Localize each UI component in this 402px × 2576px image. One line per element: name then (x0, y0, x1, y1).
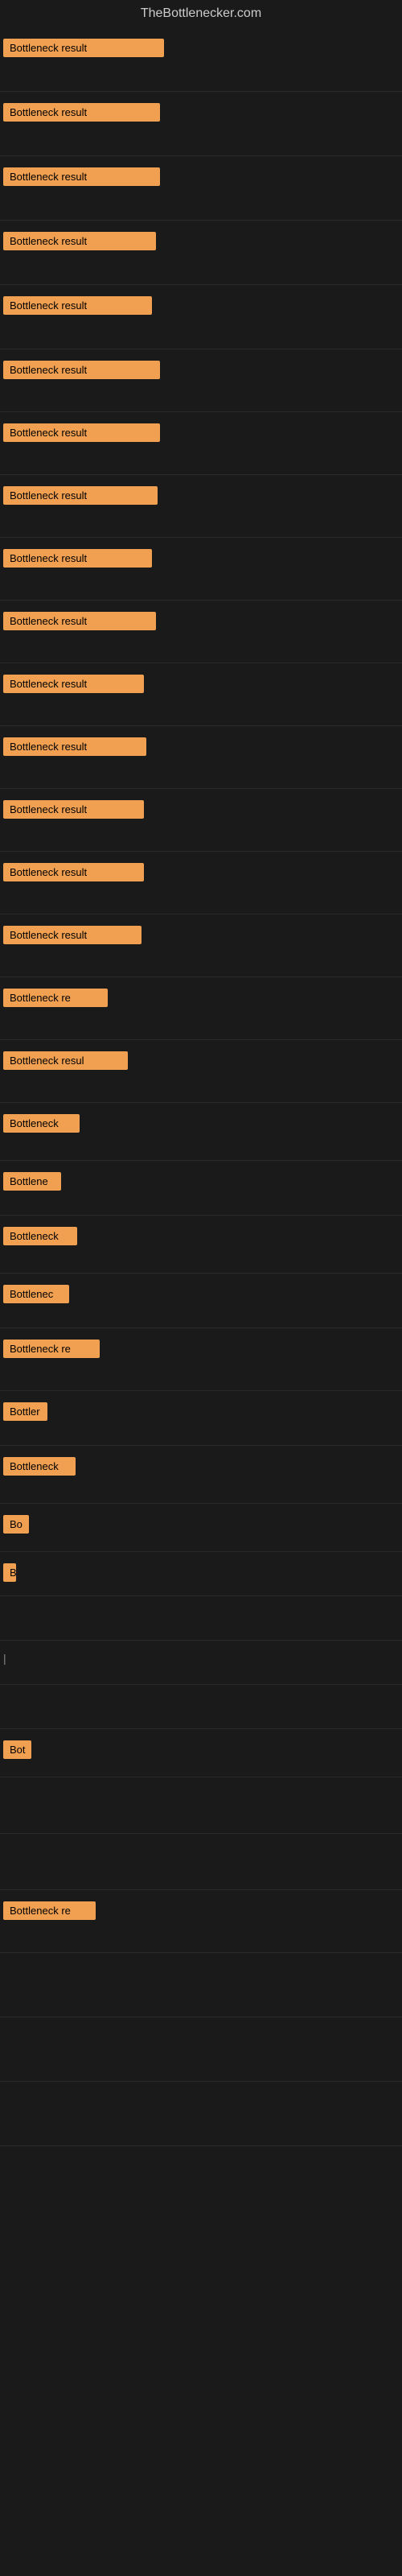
list-item: Bottleneck result (0, 538, 402, 601)
list-item: Bottleneck re (0, 1890, 402, 1953)
list-item: Bottleneck (0, 1446, 402, 1504)
list-item (0, 1685, 402, 1729)
bottleneck-result-badge[interactable]: Bottleneck result (3, 167, 160, 186)
list-item: Bottleneck result (0, 27, 402, 92)
bottleneck-result-badge[interactable]: Bottleneck result (3, 926, 142, 944)
list-item: Bot (0, 1729, 402, 1777)
bottleneck-result-badge[interactable]: Bottleneck re (3, 989, 108, 1007)
list-item: Bottleneck resul (0, 1040, 402, 1103)
bottleneck-result-badge[interactable]: Bottleneck result (3, 675, 144, 693)
bottleneck-result-badge[interactable]: Bottleneck resul (3, 1051, 128, 1070)
bottleneck-result-badge[interactable]: Bottleneck result (3, 232, 156, 250)
bottleneck-result-badge[interactable]: Bottlene (3, 1172, 61, 1191)
site-title: TheBottlenecker.com (0, 0, 402, 27)
list-item: Bottleneck result (0, 349, 402, 412)
list-item: Bottlene (0, 1161, 402, 1216)
bottleneck-result-badge[interactable]: Bot (3, 1740, 31, 1759)
list-item (0, 1953, 402, 2017)
bottleneck-result-badge[interactable]: Bottleneck (3, 1114, 80, 1133)
list-item: Bottleneck re (0, 977, 402, 1040)
list-item: Bottleneck (0, 1103, 402, 1161)
bottleneck-result-badge[interactable]: Bottleneck result (3, 486, 158, 505)
bottleneck-result-badge[interactable]: Bottleneck re (3, 1340, 100, 1358)
bottleneck-result-badge[interactable]: Bottleneck (3, 1227, 77, 1245)
list-item (0, 2017, 402, 2082)
bottleneck-result-badge[interactable]: Bottleneck result (3, 296, 152, 315)
bottleneck-result-badge[interactable]: Bottleneck result (3, 39, 164, 57)
list-item: B (0, 1552, 402, 1596)
list-item: Bottleneck result (0, 601, 402, 663)
list-item: Bottleneck result (0, 475, 402, 538)
list-item: Bottleneck result (0, 663, 402, 726)
bottleneck-result-badge[interactable]: Bottleneck result (3, 361, 160, 379)
list-item: Bottleneck result (0, 221, 402, 285)
list-item: | (0, 1641, 402, 1685)
list-item: Bottleneck (0, 1216, 402, 1274)
bottleneck-result-badge[interactable]: Bottleneck re (3, 1901, 96, 1920)
bottleneck-result-badge[interactable]: Bottleneck result (3, 737, 146, 756)
list-item: Bottleneck result (0, 726, 402, 789)
bottleneck-result-badge[interactable]: Bottleneck (3, 1457, 76, 1476)
list-item: Bo (0, 1504, 402, 1552)
list-item: Bottleneck result (0, 156, 402, 221)
bottleneck-result-badge[interactable]: Bottleneck result (3, 103, 160, 122)
list-item (0, 1777, 402, 1834)
list-item: Bottlenec (0, 1274, 402, 1328)
bottleneck-result-badge[interactable]: Bottleneck result (3, 612, 156, 630)
list-item: Bottleneck result (0, 914, 402, 977)
list-item: Bottleneck result (0, 852, 402, 914)
list-item: Bottleneck result (0, 285, 402, 349)
list-item (0, 1834, 402, 1890)
bottleneck-result-badge[interactable]: Bottler (3, 1402, 47, 1421)
list-item (0, 1596, 402, 1641)
bottleneck-result-badge[interactable]: Bottleneck result (3, 549, 152, 568)
list-item: Bottleneck re (0, 1328, 402, 1391)
bottleneck-result-badge[interactable]: Bottlenec (3, 1285, 69, 1303)
list-item: Bottler (0, 1391, 402, 1446)
list-item: Bottleneck result (0, 789, 402, 852)
bottleneck-result-badge[interactable]: Bo (3, 1515, 29, 1534)
bottleneck-result-badge[interactable]: B (3, 1563, 16, 1582)
bottleneck-result-badge[interactable]: Bottleneck result (3, 800, 144, 819)
list-item (0, 2082, 402, 2146)
cursor-indicator: | (3, 1652, 6, 1665)
list-item: Bottleneck result (0, 92, 402, 156)
list-item: Bottleneck result (0, 412, 402, 475)
bottleneck-result-badge[interactable]: Bottleneck result (3, 423, 160, 442)
bottleneck-result-badge[interactable]: Bottleneck result (3, 863, 144, 881)
